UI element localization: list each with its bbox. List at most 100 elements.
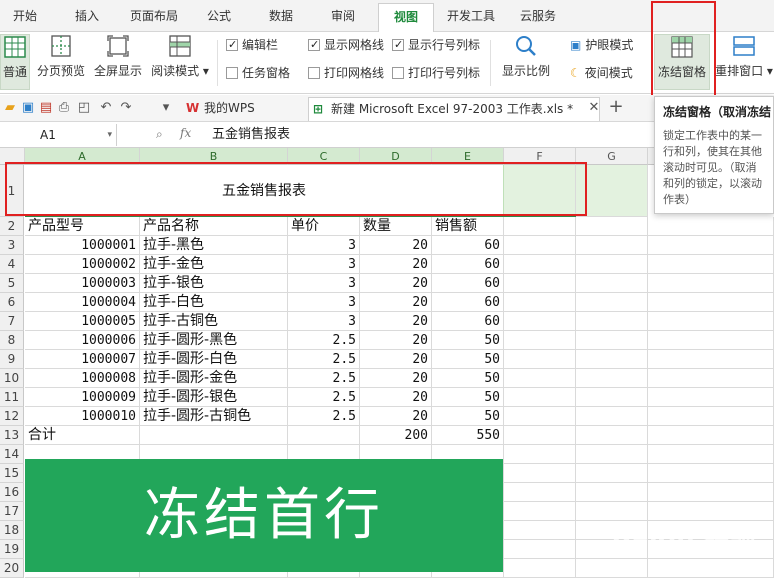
grid-cell[interactable] <box>504 388 576 407</box>
column-header-a[interactable]: A <box>25 148 140 165</box>
data-cell[interactable]: 50 <box>432 388 504 407</box>
row-header[interactable]: 8 <box>0 331 24 350</box>
data-cell[interactable]: 拉手-金色 <box>140 255 288 274</box>
reading-mode-button[interactable]: 阅读模式 ▾ <box>150 34 210 90</box>
export-pdf-icon[interactable]: ▤ <box>38 100 54 116</box>
doc-tab-workbook[interactable]: ⊞ 新建 Microsoft Excel 97-2003 工作表.xls * <box>308 97 600 121</box>
column-header-b[interactable]: B <box>140 148 288 165</box>
grid-cell[interactable] <box>648 331 774 350</box>
grid-cell[interactable] <box>504 331 576 350</box>
tab-view[interactable]: 视图 <box>378 3 434 33</box>
data-cell[interactable]: 2.5 <box>288 369 360 388</box>
dropdown-icon[interactable]: ▾ <box>158 100 174 116</box>
doc-tab-mywps[interactable]: W 我的WPS <box>182 97 302 121</box>
total-cell[interactable]: 200 <box>360 426 432 445</box>
data-cell[interactable]: 1000006 <box>25 331 140 350</box>
grid-cell[interactable] <box>648 274 774 293</box>
grid-cell[interactable] <box>576 445 648 464</box>
column-header-e[interactable]: E <box>432 148 504 165</box>
data-cell[interactable]: 1000010 <box>25 407 140 426</box>
grid-cell[interactable] <box>648 350 774 369</box>
data-cell[interactable]: 1000004 <box>25 293 140 312</box>
data-cell[interactable]: 3 <box>288 312 360 331</box>
data-cell[interactable]: 拉手-古铜色 <box>140 312 288 331</box>
grid-cell[interactable] <box>648 388 774 407</box>
grid-cell[interactable] <box>648 483 774 502</box>
data-cell[interactable]: 50 <box>432 407 504 426</box>
headings-checkbox[interactable]: 显示行号列标 <box>392 37 480 53</box>
data-cell[interactable]: 20 <box>360 388 432 407</box>
data-cell[interactable]: 3 <box>288 236 360 255</box>
grid-cell[interactable] <box>504 407 576 426</box>
grid-cell[interactable] <box>648 217 774 236</box>
data-cell[interactable]: 1000003 <box>25 274 140 293</box>
grid-cell[interactable] <box>576 274 648 293</box>
row-header[interactable]: 12 <box>0 407 24 426</box>
grid-cell[interactable] <box>504 445 576 464</box>
row-header[interactable]: 18 <box>0 521 24 540</box>
redo-icon[interactable]: ↷ <box>118 100 134 116</box>
grid-cell[interactable] <box>576 388 648 407</box>
grid-cell[interactable] <box>648 312 774 331</box>
column-title-cell[interactable]: 产品名称 <box>140 217 288 236</box>
data-cell[interactable]: 20 <box>360 293 432 312</box>
tab-insert[interactable]: 插入 <box>62 0 112 32</box>
data-cell[interactable]: 60 <box>432 236 504 255</box>
tab-formulas[interactable]: 公式 <box>196 0 242 32</box>
data-cell[interactable]: 拉手-白色 <box>140 293 288 312</box>
row-header[interactable]: 13 <box>0 426 24 445</box>
grid-cell[interactable] <box>576 483 648 502</box>
grid-cell[interactable] <box>504 255 576 274</box>
data-cell[interactable]: 20 <box>360 312 432 331</box>
row-header[interactable]: 4 <box>0 255 24 274</box>
data-cell[interactable]: 3 <box>288 293 360 312</box>
data-cell[interactable]: 3 <box>288 255 360 274</box>
grid-cell[interactable] <box>648 255 774 274</box>
grid-cell[interactable] <box>576 369 648 388</box>
grid-cell[interactable] <box>576 312 648 331</box>
grid-cell[interactable] <box>576 165 648 217</box>
tab-review[interactable]: 审阅 <box>320 0 366 32</box>
column-header-f[interactable]: F <box>504 148 576 165</box>
row-header[interactable]: 6 <box>0 293 24 312</box>
data-cell[interactable]: 50 <box>432 331 504 350</box>
grid-cell[interactable] <box>576 426 648 445</box>
arrange-windows-button[interactable]: 重排窗口 ▾ <box>714 34 774 90</box>
grid-cell[interactable] <box>504 483 576 502</box>
night-mode-button[interactable]: ☾ 夜间模式 <box>570 65 633 81</box>
data-cell[interactable]: 20 <box>360 407 432 426</box>
grid-cell[interactable] <box>648 236 774 255</box>
grid-cell[interactable] <box>504 502 576 521</box>
grid-cell[interactable] <box>576 255 648 274</box>
grid-cell[interactable] <box>576 559 648 578</box>
grid-cell[interactable] <box>576 350 648 369</box>
grid-cell[interactable] <box>504 217 576 236</box>
row-header[interactable]: 15 <box>0 464 24 483</box>
grid-cell[interactable] <box>648 445 774 464</box>
zoom-formula-icon[interactable]: ⌕ <box>156 127 163 142</box>
column-title-cell[interactable]: 数量 <box>360 217 432 236</box>
data-cell[interactable]: 1000002 <box>25 255 140 274</box>
data-cell[interactable]: 1000001 <box>25 236 140 255</box>
grid-cell[interactable] <box>504 521 576 540</box>
row-header[interactable]: 10 <box>0 369 24 388</box>
title-cell[interactable]: 五金销售报表 <box>25 165 504 217</box>
data-cell[interactable]: 2.5 <box>288 350 360 369</box>
grid-cell[interactable] <box>648 407 774 426</box>
grid-cell[interactable] <box>504 464 576 483</box>
grid-cell[interactable] <box>504 426 576 445</box>
grid-cell[interactable] <box>576 293 648 312</box>
data-cell[interactable]: 50 <box>432 350 504 369</box>
row-header[interactable]: 1 <box>0 165 24 217</box>
total-cell[interactable]: 合计 <box>25 426 140 445</box>
row-header[interactable]: 3 <box>0 236 24 255</box>
print-headings-checkbox[interactable]: 打印行号列标 <box>392 65 480 81</box>
data-cell[interactable]: 拉手-圆形-古铜色 <box>140 407 288 426</box>
data-cell[interactable]: 20 <box>360 369 432 388</box>
data-cell[interactable]: 1000008 <box>25 369 140 388</box>
tab-start[interactable]: 开始 <box>0 0 50 32</box>
grid-cell[interactable] <box>576 331 648 350</box>
data-cell[interactable]: 拉手-圆形-银色 <box>140 388 288 407</box>
print-icon[interactable]: ⎙ <box>56 100 72 116</box>
undo-icon[interactable]: ↶ <box>98 100 114 116</box>
